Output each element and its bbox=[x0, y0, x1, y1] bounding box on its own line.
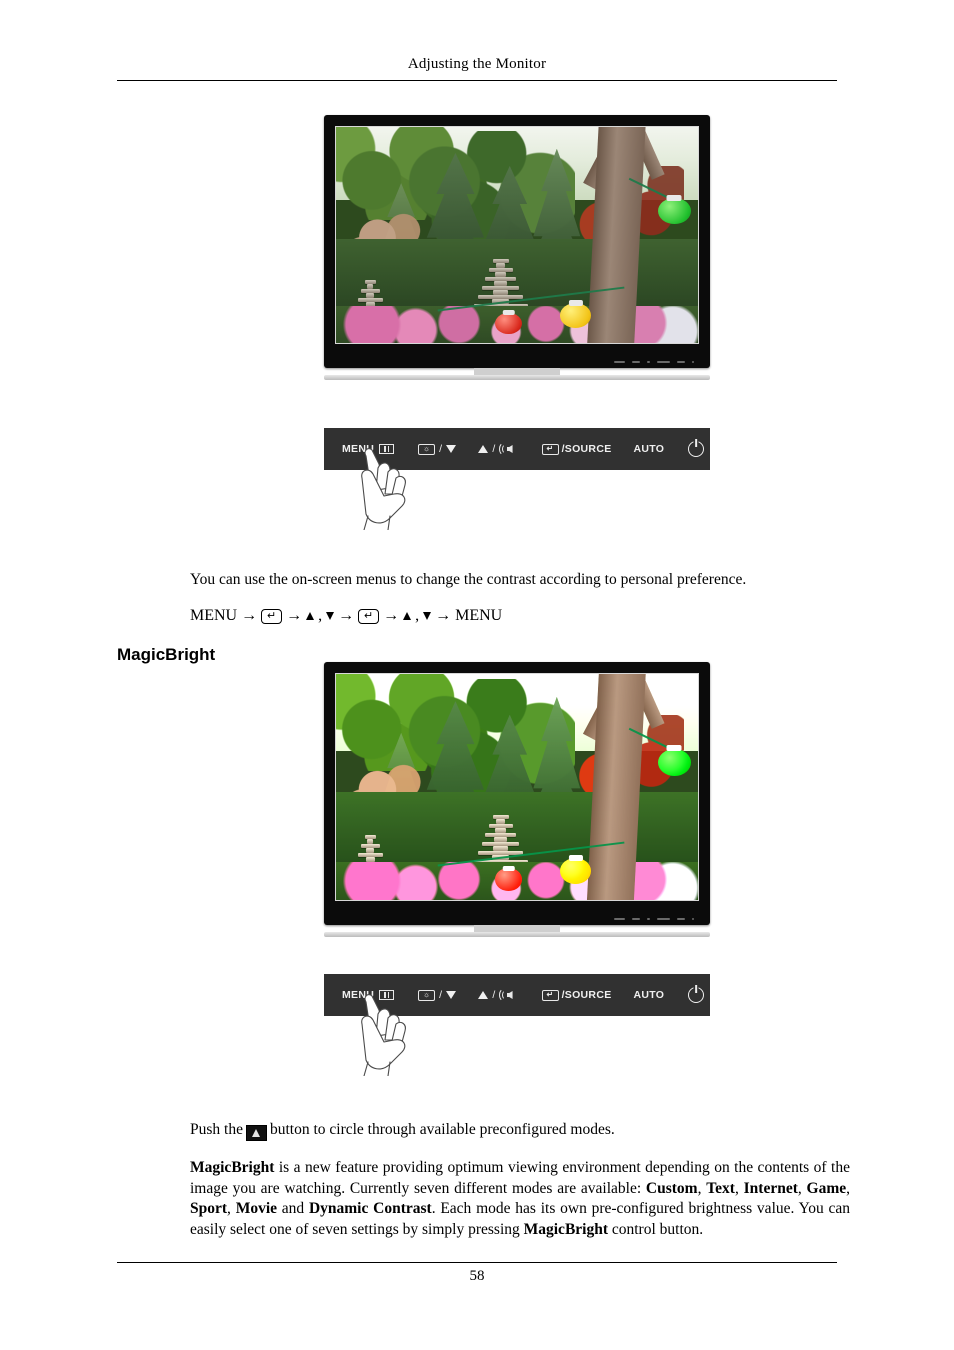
nav-comma: , bbox=[318, 607, 323, 624]
push-text-after: button to circle through available preco… bbox=[269, 1121, 615, 1138]
mode-sport: Sport bbox=[190, 1200, 228, 1218]
brightness-button[interactable]: ☼ / bbox=[418, 989, 457, 1001]
nav-start-label: MENU bbox=[190, 607, 238, 624]
power-icon bbox=[688, 441, 705, 457]
push-text-before: Push the bbox=[190, 1121, 243, 1138]
menu-button-label: MENU bbox=[342, 443, 375, 455]
auto-button[interactable]: AUTO bbox=[634, 989, 665, 1001]
down-arrow-icon bbox=[326, 612, 335, 620]
right-arrow-icon: → bbox=[286, 607, 303, 624]
button-separator: / bbox=[439, 443, 443, 455]
power-button[interactable] bbox=[688, 441, 705, 457]
button-separator: / bbox=[492, 989, 496, 1001]
monitor-button-bar: MENU ☼ / / ↵ /SOURCE AUTO bbox=[324, 974, 710, 1016]
brightness-button[interactable]: ☼ / bbox=[418, 443, 457, 455]
paragraph-separator: , bbox=[734, 1179, 744, 1197]
control-panel-magicbright: MENU ☼ / / ↵ /SOURCE AUTO bbox=[324, 974, 710, 1076]
right-arrow-icon: → bbox=[338, 607, 355, 624]
menu-icon bbox=[379, 444, 395, 454]
mode-internet: Internet bbox=[743, 1179, 798, 1197]
monitor-figure-contrast bbox=[324, 115, 710, 380]
bezel-control-labels bbox=[614, 918, 694, 920]
menu-button[interactable]: MENU bbox=[342, 443, 395, 455]
source-button-label: /SOURCE bbox=[561, 989, 612, 1001]
paragraph-separator: , bbox=[846, 1179, 851, 1197]
right-arrow-icon: → bbox=[241, 607, 258, 624]
mode-movie: Movie bbox=[235, 1200, 278, 1218]
speaker-icon bbox=[498, 442, 520, 456]
down-arrow-icon bbox=[446, 445, 457, 453]
up-arrow-icon bbox=[478, 445, 489, 453]
monitor-bezel bbox=[324, 115, 710, 380]
volume-button[interactable]: / bbox=[478, 442, 520, 456]
menu-button-label: MENU bbox=[342, 989, 375, 1001]
magicbright-paragraph: MagicBright is a new feature providing o… bbox=[190, 1158, 850, 1240]
power-button[interactable] bbox=[688, 987, 705, 1003]
footer-divider bbox=[117, 1262, 837, 1263]
power-icon bbox=[688, 987, 705, 1003]
header-divider bbox=[117, 80, 837, 81]
paragraph-bold-magicbright: MagicBright bbox=[190, 1159, 275, 1176]
paragraph-text: control button. bbox=[608, 1220, 704, 1238]
document-page: Adjusting the Monitor MENU ☼ / / ↵ /SOUR… bbox=[0, 0, 954, 1350]
enter-key-icon: ↵ bbox=[358, 608, 380, 624]
menu-icon bbox=[379, 990, 395, 1000]
up-arrow-icon bbox=[306, 612, 315, 620]
monitor-stand-base bbox=[324, 375, 710, 380]
monitor-screen bbox=[335, 673, 699, 901]
page-header: Adjusting the Monitor bbox=[407, 56, 547, 72]
yellow-lantern bbox=[560, 303, 592, 328]
right-arrow-icon: → bbox=[435, 607, 452, 624]
green-lantern bbox=[658, 198, 691, 225]
page-number: 58 bbox=[469, 1268, 485, 1284]
monitor-screen bbox=[335, 126, 699, 344]
brightness-icon: ☼ bbox=[418, 989, 436, 1001]
source-button[interactable]: ↵ /SOURCE bbox=[541, 443, 612, 455]
bezel-control-labels bbox=[614, 361, 694, 363]
up-arrow-icon bbox=[478, 991, 489, 999]
monitor-button-bar: MENU ☼ / / ↵ /SOURCE AUTO bbox=[324, 428, 710, 470]
auto-button-label: AUTO bbox=[633, 443, 665, 455]
garden-photo bbox=[336, 127, 698, 343]
contrast-description: You can use the on-screen menus to chang… bbox=[190, 571, 747, 588]
monitor-bezel bbox=[324, 662, 710, 937]
enter-icon: ↵ bbox=[541, 443, 559, 455]
enter-icon: ↵ bbox=[541, 989, 559, 1001]
brightness-icon: ☼ bbox=[418, 443, 436, 455]
menu-button[interactable]: MENU bbox=[342, 989, 395, 1001]
green-lantern bbox=[658, 748, 691, 776]
auto-button[interactable]: AUTO bbox=[634, 443, 665, 455]
nav-comma: , bbox=[415, 607, 420, 624]
down-arrow-icon bbox=[446, 991, 457, 999]
monitor-stand-base bbox=[324, 932, 710, 937]
down-arrow-icon bbox=[423, 612, 432, 620]
enter-key-icon: ↵ bbox=[261, 608, 283, 624]
paragraph-separator: , bbox=[227, 1200, 236, 1218]
right-arrow-icon: → bbox=[383, 607, 400, 624]
source-button[interactable]: ↵ /SOURCE bbox=[541, 989, 612, 1001]
nav-end-label: MENU bbox=[455, 607, 503, 624]
volume-button[interactable]: / bbox=[478, 988, 520, 1002]
mode-custom: Custom bbox=[645, 1179, 698, 1197]
monitor-figure-magicbright bbox=[324, 662, 710, 937]
mode-text: Text bbox=[706, 1179, 735, 1197]
paragraph-separator: , bbox=[697, 1179, 707, 1197]
up-arrow-icon bbox=[403, 612, 412, 620]
auto-button-label: AUTO bbox=[633, 989, 665, 1001]
paragraph-separator: and bbox=[277, 1200, 309, 1218]
paragraph-bold-magicbright: MagicBright bbox=[523, 1220, 608, 1238]
speaker-icon bbox=[498, 988, 520, 1002]
mode-game: Game bbox=[806, 1179, 847, 1197]
section-title-magicbright: MagicBright bbox=[117, 645, 216, 664]
paragraph-separator: , bbox=[797, 1179, 807, 1197]
mode-dynamic-contrast: Dynamic Contrast bbox=[308, 1200, 432, 1218]
magicbright-button-icon bbox=[245, 1125, 267, 1141]
menu-navigation-sequence: MENU → ↵ → , → ↵ → , → MENU bbox=[190, 607, 502, 625]
garden-photo bbox=[336, 674, 698, 900]
button-separator: / bbox=[439, 989, 443, 1001]
push-button-instruction: Push the button to circle through availab… bbox=[190, 1120, 810, 1141]
button-separator: / bbox=[492, 443, 496, 455]
control-panel-contrast: MENU ☼ / / ↵ /SOURCE AUTO bbox=[324, 428, 710, 530]
source-button-label: /SOURCE bbox=[561, 443, 612, 455]
